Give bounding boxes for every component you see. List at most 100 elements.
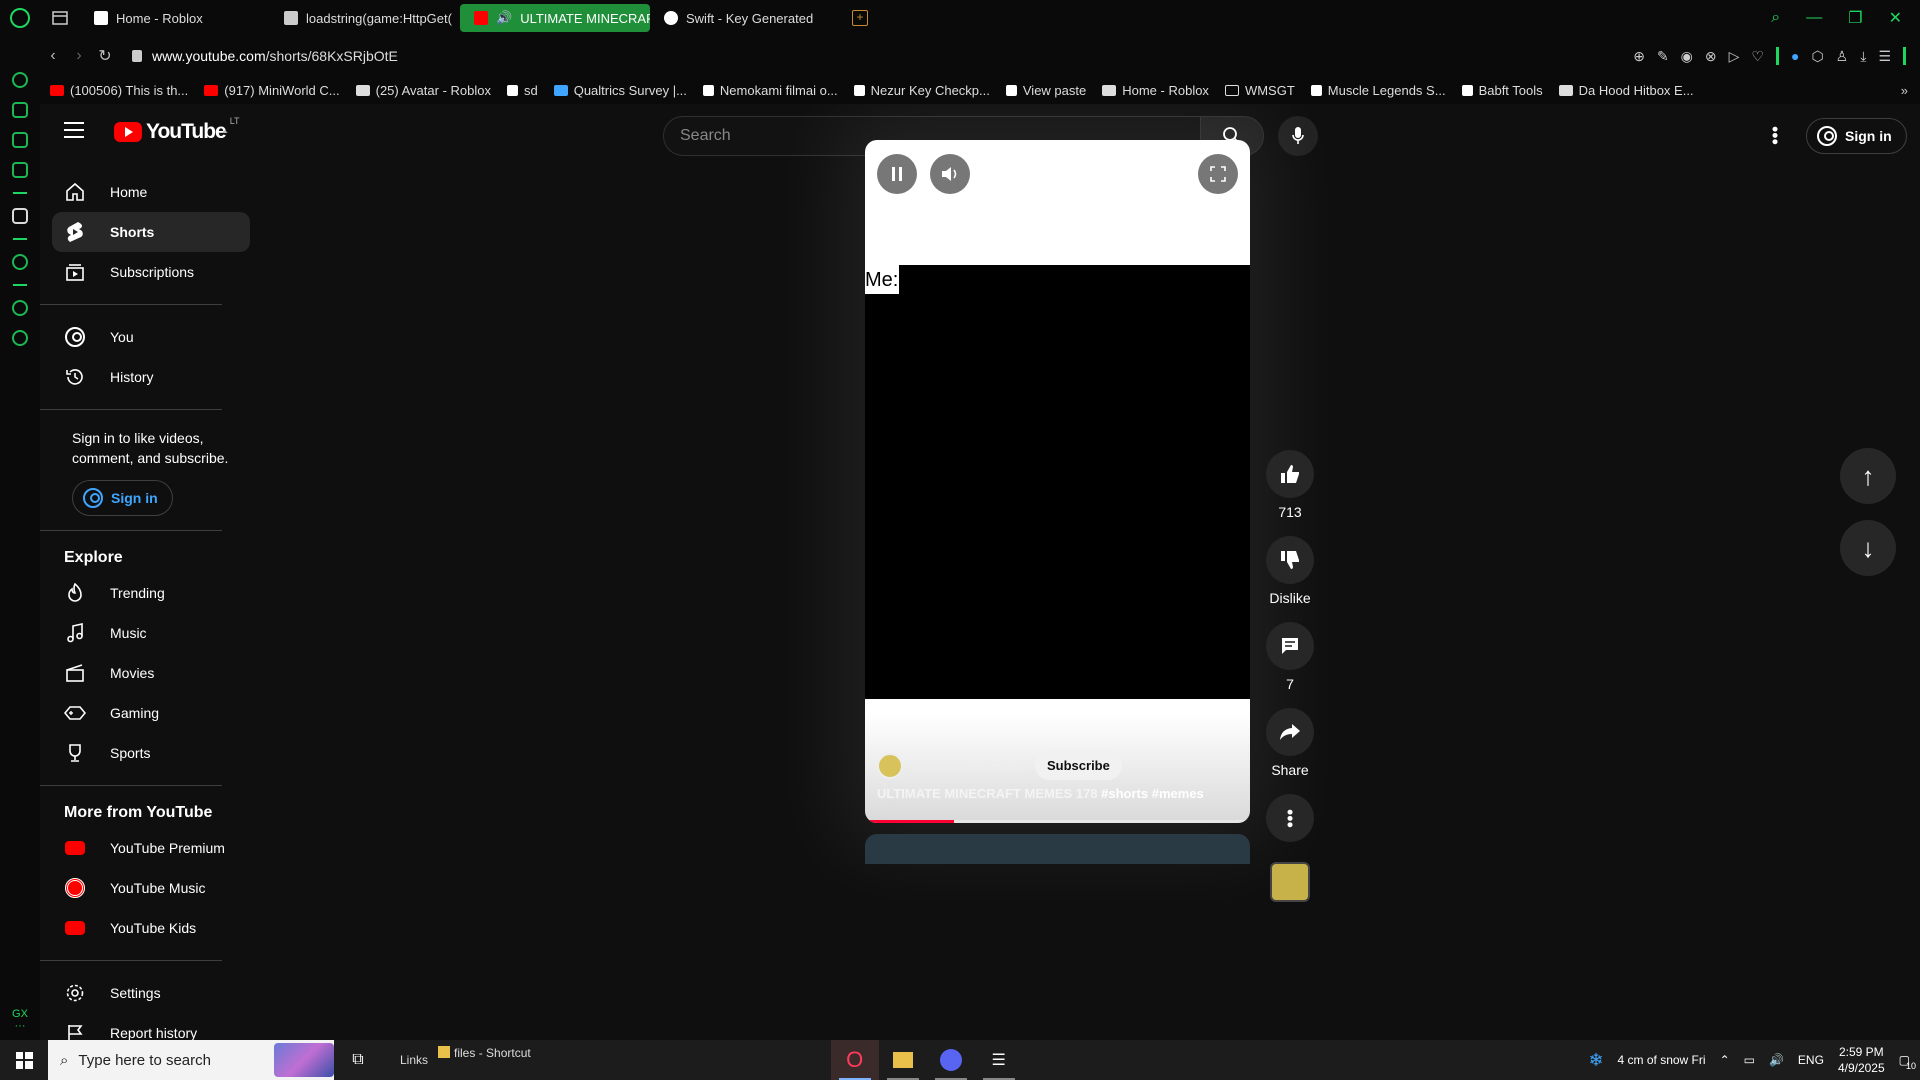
channel-handle[interactable]: @AskSquarePants [911, 758, 1027, 773]
new-tab-button[interactable]: + [852, 10, 868, 26]
guide-item-youtube-kids[interactable]: YouTube Kids [52, 908, 250, 948]
more-options-button[interactable]: ••• [1266, 794, 1314, 842]
clock[interactable]: 2:59 PM 4/9/2025 [1838, 1044, 1885, 1076]
guide-item-sports[interactable]: Sports [52, 733, 250, 773]
guide-item-shorts[interactable]: Shorts [52, 212, 250, 252]
bookmark-folder[interactable]: WMSGT [1224, 83, 1295, 98]
more-bookmarks-icon[interactable]: » [1901, 83, 1908, 98]
url-field[interactable]: www.youtube.com/shorts/68KxSRjbOtE [152, 48, 398, 64]
pause-button[interactable] [877, 154, 917, 194]
progress-bar[interactable] [865, 820, 1250, 823]
messenger-icon[interactable] [12, 162, 28, 178]
links-toolbar[interactable]: Links [382, 1040, 438, 1080]
guide-item-report-history[interactable]: Report history [52, 1013, 250, 1040]
network-icon[interactable]: ▭ [1744, 1053, 1755, 1067]
back-button[interactable]: ‹ [40, 47, 66, 65]
settings-more-icon[interactable]: ••• [1765, 126, 1785, 145]
fullscreen-button[interactable] [1198, 154, 1238, 194]
bookmark-item[interactable]: Muscle Legends S... [1310, 83, 1446, 98]
close-button[interactable]: ✕ [1889, 8, 1902, 28]
guide-item-music[interactable]: Music [52, 613, 250, 653]
bookmark-item[interactable]: Nezur Key Checkp... [853, 83, 990, 98]
guide-menu-icon[interactable] [64, 122, 84, 138]
dislike-button[interactable] [1266, 536, 1314, 584]
guide-item-home[interactable]: Home [52, 172, 250, 212]
volume-icon[interactable]: 🔊 [1769, 1053, 1784, 1067]
bookmark-item[interactable]: Home - Roblox [1102, 83, 1209, 98]
taskbar-file-explorer[interactable] [879, 1040, 927, 1080]
shorts-player[interactable]: Me: @AskSquarePants Subscribe ULTIMATE M… [865, 140, 1250, 823]
guide-item-trending[interactable]: Trending [52, 573, 250, 613]
show-hidden-icons[interactable]: ⌃ [1720, 1053, 1730, 1067]
hashtag-link[interactable]: #shorts [1101, 786, 1148, 801]
minimize-button[interactable]: — [1806, 9, 1822, 27]
edit-icon[interactable]: ✎ [1657, 48, 1669, 65]
guide-item-youtube-premium[interactable]: YouTube Premium [52, 828, 250, 868]
guide-item-movies[interactable]: Movies [52, 653, 250, 693]
menu-icon[interactable]: ☰ [1878, 48, 1891, 65]
sign-in-button[interactable]: Sign in [1806, 118, 1907, 154]
channel-avatar[interactable] [877, 752, 903, 779]
guide-item-subscriptions[interactable]: Subscriptions [52, 252, 250, 292]
tab-swift-key[interactable]: Swift - Key Generated [650, 4, 840, 32]
voice-search-button[interactable] [1278, 116, 1318, 156]
maximize-button[interactable]: ❐ [1848, 8, 1862, 28]
download-icon[interactable]: ⤓ [1860, 48, 1866, 65]
guide-sign-in-button[interactable]: Sign in [72, 480, 173, 516]
send-icon[interactable]: ▷ [1729, 48, 1740, 65]
language-indicator[interactable]: ENG [1798, 1053, 1824, 1067]
weather-icon[interactable]: ❄ [1588, 1050, 1603, 1071]
profile-icon[interactable]: ♙ [1836, 48, 1849, 65]
heart-icon[interactable]: ♡ [1751, 48, 1764, 65]
twitch-icon[interactable] [12, 132, 28, 148]
guide-scroll-up-icon[interactable]: ⌃ [220, 128, 230, 142]
tab-ultimate-minecraft[interactable]: 🔊 ULTIMATE MINECRAF [460, 4, 650, 32]
search-tabs-icon[interactable]: ⌕ [1771, 9, 1780, 27]
bookmark-item[interactable]: Qualtrics Survey |... [553, 83, 687, 98]
sound-thumbnail[interactable] [1270, 862, 1310, 902]
taskbar-app[interactable]: ☰ [975, 1040, 1023, 1080]
gx-corner-icon[interactable] [12, 102, 28, 118]
weather-text[interactable]: 4 cm of snow Fri [1618, 1053, 1706, 1067]
player-icon[interactable] [12, 254, 28, 270]
guide-item-history[interactable]: History [52, 357, 250, 397]
comments-button[interactable] [1266, 622, 1314, 670]
guide-item-youtube-music[interactable]: YouTube Music [52, 868, 250, 908]
subscribe-button[interactable]: Subscribe [1035, 751, 1122, 780]
workspaces-icon[interactable] [40, 0, 80, 36]
guide-item-gaming[interactable]: Gaming [52, 693, 250, 733]
taskbar-search[interactable]: ⌕ Type here to search [48, 1040, 334, 1080]
notifications-icon[interactable]: ▢ 10 [1899, 1053, 1916, 1071]
next-short-button[interactable]: ↓ [1840, 520, 1896, 576]
hashtag-link[interactable]: #memes [1152, 786, 1204, 801]
block-icon[interactable]: ⊗ [1705, 48, 1717, 65]
bookmark-item[interactable]: View paste [1005, 83, 1086, 98]
camera-icon[interactable]: ◉ [1681, 48, 1693, 65]
previous-short-button[interactable]: ↑ [1840, 448, 1896, 504]
next-short-preview[interactable] [865, 834, 1250, 864]
taskbar-discord[interactable] [927, 1040, 975, 1080]
settings-icon[interactable] [12, 330, 28, 346]
volume-button[interactable] [930, 154, 970, 194]
cube-icon[interactable]: ⬡ [1811, 48, 1823, 65]
tab-loadstring[interactable]: loadstring(game:HttpGet( [270, 4, 460, 32]
bookmark-item[interactable]: sd [506, 83, 538, 98]
bookmark-item[interactable]: Babft Tools [1461, 83, 1543, 98]
gx-control-icon[interactable] [12, 72, 28, 88]
bookmark-item[interactable]: (917) MiniWorld C... [204, 83, 340, 98]
taskbar-opera-gx[interactable]: O [830, 1040, 879, 1080]
bookmark-item[interactable]: (100506) This is th... [50, 83, 188, 98]
reload-button[interactable]: ↻ [92, 46, 118, 66]
forward-button[interactable]: › [66, 47, 92, 65]
task-view-button[interactable]: ⧉ [334, 1040, 382, 1080]
zoom-icon[interactable]: ⊕ [1633, 48, 1645, 65]
extension-icon[interactable] [12, 208, 28, 224]
opera-gx-logo-icon[interactable] [0, 0, 40, 36]
bookmark-item[interactable]: Da Hood Hitbox E... [1558, 83, 1694, 98]
history-icon[interactable] [12, 300, 28, 316]
files-shortcut[interactable]: files - Shortcut [438, 1040, 531, 1080]
guide-item-settings[interactable]: Settings [52, 973, 250, 1013]
tab-home-roblox[interactable]: Home - Roblox [80, 4, 270, 32]
start-button[interactable] [0, 1040, 48, 1080]
like-button[interactable] [1266, 450, 1314, 498]
